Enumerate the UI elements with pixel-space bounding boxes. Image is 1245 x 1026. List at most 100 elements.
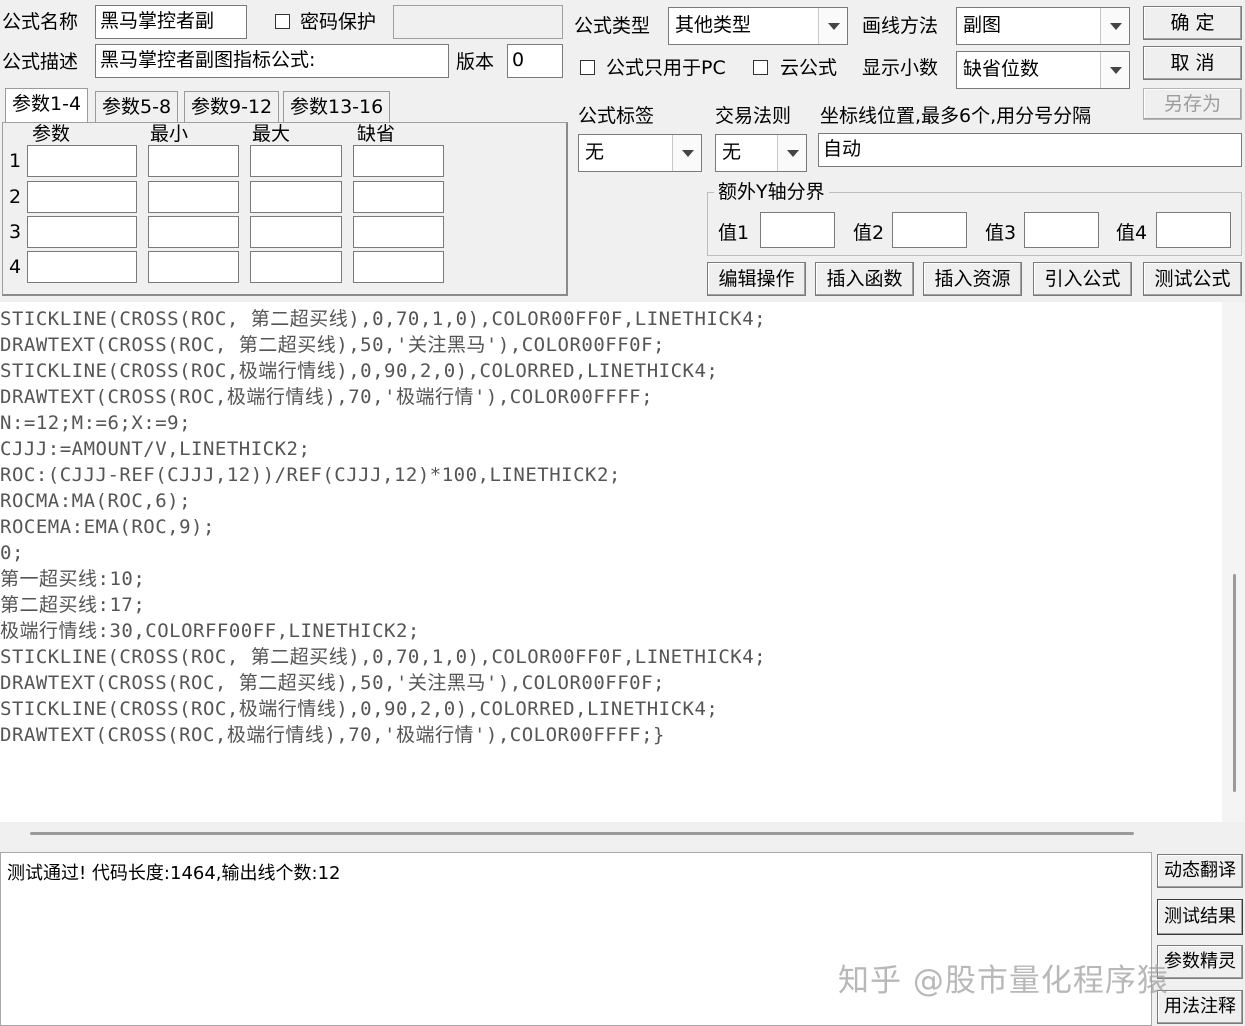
version-input[interactable]: 0 [507, 44, 563, 78]
tab-params-1-4[interactable]: 参数1-4 [5, 88, 89, 124]
formula-name-input[interactable]: 黑马掌控者副 [95, 5, 247, 39]
draw-method-select[interactable]: 副图 [956, 7, 1130, 45]
cloud-label: 云公式 [780, 57, 838, 79]
horizontal-scrollbar-thumb[interactable] [30, 832, 1134, 835]
chevron-down-icon[interactable] [777, 135, 806, 171]
draw-method-value: 副图 [963, 14, 1002, 36]
param-header-name: 参数 [32, 123, 71, 145]
formula-type-select[interactable]: 其他类型 [668, 7, 848, 45]
param-row-number: 2 [9, 186, 22, 208]
code-line: ROC:(CJJJ-REF(CJJJ,12))/REF(CJJJ,12)*100… [0, 464, 621, 486]
param-max-input[interactable] [250, 251, 342, 283]
save-as-button[interactable]: 另存为 [1143, 88, 1242, 120]
code-line: DRAWTEXT(CROSS(ROC,极端行情线),70,'极端行情'),COL… [0, 386, 654, 408]
param-name-input[interactable] [27, 251, 137, 283]
code-editor[interactable]: STICKLINE(CROSS(ROC, 第二超买线),0,70,1,0),CO… [0, 302, 1245, 848]
code-line: ROCMA:MA(ROC,6); [0, 490, 192, 512]
test-formula-button[interactable]: 测试公式 [1143, 262, 1242, 296]
tab-params-13-16[interactable]: 参数13-16 [283, 91, 391, 122]
watermark: 知乎 @股市量化程序猿 [838, 963, 1169, 999]
param-default-input[interactable] [353, 181, 444, 213]
formula-tag-label: 公式标签 [578, 105, 655, 127]
code-line: ROCEMA:EMA(ROC,9); [0, 516, 215, 538]
dynamic-translate-button[interactable]: 动态翻译 [1157, 854, 1243, 888]
code-line: 0; [0, 542, 24, 564]
formula-type-label: 公式类型 [574, 15, 651, 37]
param-row-number: 1 [9, 150, 22, 172]
code-line: CJJJ:=AMOUNT/V,LINETHICK2; [0, 438, 311, 460]
insert-function-button[interactable]: 插入函数 [815, 262, 914, 296]
y-value-3-input[interactable] [1024, 212, 1099, 248]
param-min-input[interactable] [148, 251, 239, 283]
code-line: 第二超买线:17; [0, 594, 146, 616]
code-line: DRAWTEXT(CROSS(ROC, 第二超买线),50,'关注黑马'),CO… [0, 334, 665, 356]
param-header-default: 缺省 [357, 123, 396, 145]
param-min-input[interactable] [148, 145, 239, 177]
chevron-down-icon[interactable] [818, 8, 847, 44]
code-line: 第一超买线:10; [0, 568, 146, 590]
password-input[interactable] [393, 5, 563, 39]
coord-line-label: 坐标线位置,最多6个,用分号分隔 [820, 105, 1092, 127]
code-line: STICKLINE(CROSS(ROC, 第二超买线),0,70,1,0),CO… [0, 308, 767, 330]
usage-notes-button[interactable]: 用法注释 [1157, 990, 1243, 1024]
formula-type-value: 其他类型 [675, 14, 752, 36]
insert-resource-button[interactable]: 插入资源 [923, 262, 1022, 296]
code-line: STICKLINE(CROSS(ROC, 第二超买线),0,70,1,0),CO… [0, 646, 767, 668]
param-row-number: 4 [9, 256, 22, 278]
param-min-input[interactable] [148, 216, 239, 248]
vertical-scrollbar[interactable] [1222, 302, 1245, 822]
draw-method-label: 画线方法 [862, 15, 939, 37]
test-result-button[interactable]: 测试结果 [1157, 899, 1243, 935]
vertical-scrollbar-thumb[interactable] [1233, 574, 1236, 792]
param-default-input[interactable] [353, 216, 444, 248]
code-line: DRAWTEXT(CROSS(ROC,极端行情线),70,'极端行情'),COL… [0, 724, 665, 746]
code-lines: STICKLINE(CROSS(ROC, 第二超买线),0,70,1,0),CO… [0, 306, 766, 748]
chevron-down-icon[interactable] [1100, 52, 1129, 88]
trade-rule-value: 无 [722, 141, 742, 163]
coord-line-input[interactable]: 自动 [818, 133, 1242, 167]
code-line: 极端行情线:30,COLORFF00FF,LINETHICK2; [0, 620, 420, 642]
cancel-button[interactable]: 取 消 [1143, 46, 1242, 80]
extra-y-axis-title: 额外Y轴分界 [714, 180, 829, 204]
param-name-input[interactable] [27, 181, 137, 213]
y-value-2-input[interactable] [892, 212, 967, 248]
pc-only-checkbox[interactable] [580, 60, 595, 75]
chevron-down-icon[interactable] [1100, 8, 1129, 44]
y-value-1-label: 值1 [718, 222, 750, 244]
edit-ops-button[interactable]: 编辑操作 [707, 262, 806, 296]
code-line: STICKLINE(CROSS(ROC,极端行情线),0,90,2,0),COL… [0, 698, 719, 720]
param-wizard-button[interactable]: 参数精灵 [1157, 945, 1243, 979]
param-min-input[interactable] [148, 181, 239, 213]
password-checkbox[interactable] [275, 14, 290, 29]
formula-name-label: 公式名称 [2, 11, 79, 33]
y-value-1-input[interactable] [760, 212, 835, 248]
param-default-input[interactable] [353, 145, 444, 177]
y-value-4-label: 值4 [1116, 222, 1148, 244]
param-max-input[interactable] [250, 181, 342, 213]
cloud-checkbox[interactable] [753, 60, 768, 75]
code-line: N:=12;M:=6;X:=9; [0, 412, 192, 434]
param-header-max: 最大 [252, 123, 291, 145]
formula-desc-input[interactable]: 黑马掌控者副图指标公式: [95, 44, 449, 78]
test-status-text: 测试通过! 代码长度:1464,输出线个数:12 [7, 863, 341, 884]
tab-params-9-12[interactable]: 参数9-12 [184, 91, 280, 122]
horizontal-scrollbar[interactable] [0, 822, 1245, 848]
param-max-input[interactable] [250, 216, 342, 248]
y-value-3-label: 值3 [985, 222, 1017, 244]
param-max-input[interactable] [250, 145, 342, 177]
trade-rule-select[interactable]: 无 [715, 134, 807, 172]
y-value-4-input[interactable] [1156, 212, 1231, 248]
formula-desc-label: 公式描述 [2, 51, 79, 73]
import-formula-button[interactable]: 引入公式 [1033, 262, 1132, 296]
formula-tag-value: 无 [585, 141, 605, 163]
tab-params-5-8[interactable]: 参数5-8 [95, 91, 179, 122]
param-name-input[interactable] [27, 216, 137, 248]
code-line: STICKLINE(CROSS(ROC,极端行情线),0,90,2,0),COL… [0, 360, 719, 382]
chevron-down-icon[interactable] [672, 135, 701, 171]
pc-only-label: 公式只用于PC [606, 57, 726, 79]
formula-tag-select[interactable]: 无 [578, 134, 702, 172]
param-default-input[interactable] [353, 251, 444, 283]
param-name-input[interactable] [27, 145, 137, 177]
ok-button[interactable]: 确 定 [1143, 6, 1242, 40]
decimals-select[interactable]: 缺省位数 [956, 51, 1130, 89]
